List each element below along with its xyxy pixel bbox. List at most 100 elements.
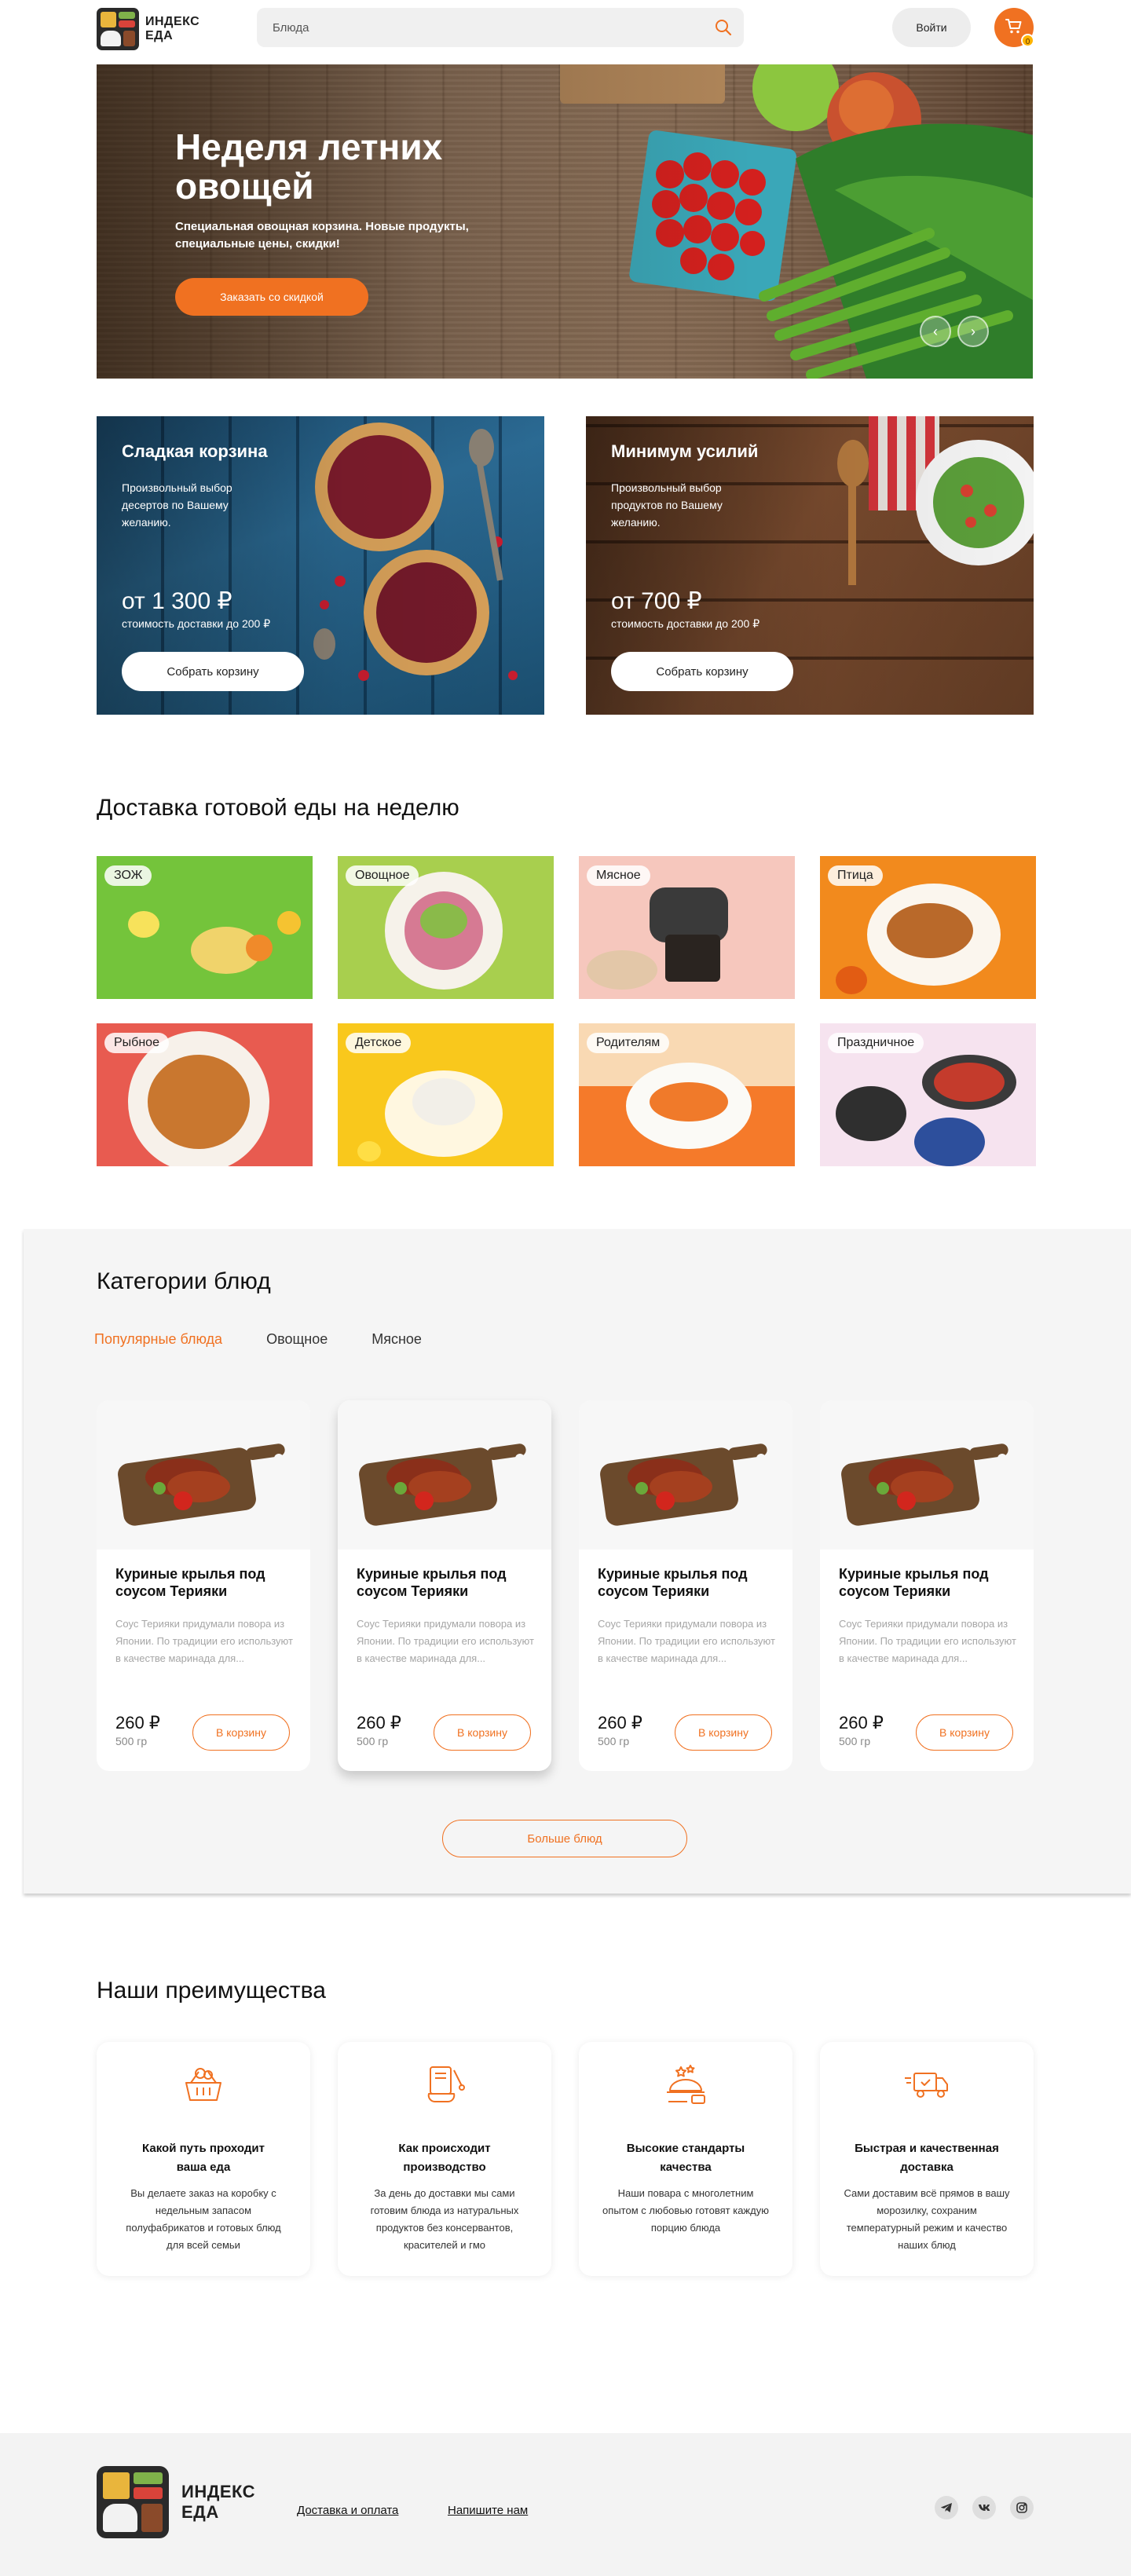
logo-text-line1: ИНДЕКС	[145, 15, 200, 28]
promo-card-minimum: Минимум усилий Произвольный выбор продук…	[586, 416, 1034, 715]
weekly-tile-vegetable[interactable]: Овощное	[338, 856, 554, 999]
footer-link-delivery[interactable]: Доставка и оплата	[297, 2504, 398, 2517]
dish-price: 260 ₽	[357, 1713, 401, 1733]
weekly-tile-label: Детское	[346, 1033, 412, 1053]
weekly-tile-label: ЗОЖ	[104, 865, 152, 886]
tab-popular[interactable]: Популярные блюда	[94, 1331, 222, 1348]
weekly-tile-fish[interactable]: Рыбное	[97, 1023, 313, 1166]
chef-quality-icon	[661, 2059, 711, 2109]
hero-title: Неделя летних овощей	[175, 126, 443, 207]
hero-prev-arrow-icon[interactable]: ‹	[920, 316, 951, 347]
advantage-card: Быстрая и качественная доставка Сами дос…	[820, 2042, 1034, 2276]
site-footer: ИНДЕКС ЕДА Доставка и оплата Напишите на…	[0, 2433, 1131, 2576]
advantage-title: Быстрая и качественная доставка	[855, 2142, 999, 2174]
tab-meat[interactable]: Мясное	[372, 1331, 422, 1348]
weekly-tile-parents[interactable]: Родителям	[579, 1023, 795, 1166]
promo-title: Минимум усилий	[611, 441, 759, 461]
promo-price: от 1 300 ₽	[122, 588, 232, 614]
footer-link-contact[interactable]: Напишите нам	[448, 2504, 528, 2517]
hero-subtitle: Специальная овощная корзина. Новые проду…	[175, 220, 469, 251]
add-to-cart-button[interactable]: В корзину	[192, 1714, 290, 1751]
dish-image	[338, 1400, 551, 1550]
weekly-tile-label: Птица	[828, 865, 883, 886]
dish-description: Соус Терияки придумали повора из Японии.…	[598, 1618, 775, 1664]
advantage-description: Наши повара с многолетним опытом с любов…	[602, 2187, 769, 2234]
dish-weight: 500 гр	[839, 1735, 871, 1747]
advantage-card: Как происходит производство За день до д…	[338, 2042, 551, 2276]
dish-image	[820, 1400, 1034, 1550]
advantage-card: Какой путь проходит ваша еда Вы делаете …	[97, 2042, 310, 2276]
promo-description: Произвольный выбор продуктов по Вашему ж…	[611, 481, 723, 529]
advantages-section-title: Наши преимущества	[97, 1978, 326, 2003]
dish-price: 260 ₽	[115, 1713, 160, 1733]
advantage-description: Сами доставим всё прямов в вашу морозилк…	[844, 2187, 1010, 2251]
footer-logo[interactable]: ИНДЕКС ЕДА	[97, 2466, 255, 2538]
promo-delivery-note: стоимость доставки до 200 ₽	[122, 617, 271, 630]
hero-banner: Неделя летних овощей Специальная овощная…	[97, 64, 1033, 379]
dish-image	[97, 1400, 310, 1550]
login-button[interactable]: Войти	[892, 8, 971, 47]
search-icon[interactable]	[714, 18, 733, 37]
dish-card: Куриные крылья под соусом Терияки Соус Т…	[579, 1400, 792, 1771]
category-tabs: Популярные блюда Овощное Мясное	[94, 1331, 422, 1348]
cart-count-badge: 0	[1021, 34, 1034, 47]
dish-image	[579, 1400, 792, 1550]
hero-order-button[interactable]: Заказать со скидкой	[175, 278, 368, 316]
dish-description: Соус Терияки придумали повора из Японии.…	[839, 1618, 1016, 1664]
advantage-description: За день до доставки мы сами готовим блюд…	[370, 2187, 519, 2251]
hero-next-arrow-icon[interactable]: ›	[957, 316, 989, 347]
basket-icon	[178, 2059, 229, 2109]
promo-build-basket-button[interactable]: Собрать корзину	[122, 652, 304, 691]
dish-description: Соус Терияки придумали повора из Японии.…	[357, 1618, 534, 1664]
dish-name: Куриные крылья под соусом Терияки	[357, 1566, 507, 1599]
weekly-tile-healthy[interactable]: ЗОЖ	[97, 856, 313, 999]
promo-delivery-note: стоимость доставки до 200 ₽	[611, 617, 760, 630]
promo-build-basket-button[interactable]: Собрать корзину	[611, 652, 793, 691]
dish-weight: 500 гр	[357, 1735, 389, 1747]
advantage-card: Высокие стандарты качества Наши повара с…	[579, 2042, 792, 2276]
dish-card: Куриные крылья под соусом Терияки Соус Т…	[97, 1400, 310, 1771]
footer-logo-line2: ЕДА	[181, 2502, 219, 2522]
footer-logo-line1: ИНДЕКС	[181, 2482, 256, 2501]
instagram-icon[interactable]	[1010, 2496, 1034, 2519]
weekly-tile-meat[interactable]: Мясное	[579, 856, 795, 999]
weekly-tile-label: Праздничное	[828, 1033, 924, 1053]
dish-weight: 500 гр	[598, 1735, 630, 1747]
categories-section-title: Категории блюд	[97, 1268, 271, 1294]
promo-title: Сладкая корзина	[122, 441, 268, 461]
add-to-cart-button[interactable]: В корзину	[916, 1714, 1013, 1751]
promo-card-sweet: Сладкая корзина Произвольный выбор десер…	[97, 416, 544, 715]
add-to-cart-button[interactable]: В корзину	[675, 1714, 772, 1751]
weekly-tile-poultry[interactable]: Птица	[820, 856, 1036, 999]
cart-icon	[1005, 16, 1023, 39]
advantage-title: Какой путь проходит ваша еда	[142, 2142, 265, 2174]
dish-card: Куриные крылья под соусом Терияки Соус Т…	[820, 1400, 1034, 1771]
weekly-tile-festive[interactable]: Праздничное	[820, 1023, 1036, 1166]
more-dishes-button[interactable]: Больше блюд	[442, 1820, 687, 1857]
tab-vegetable[interactable]: Овощное	[266, 1331, 328, 1348]
weekly-section-title: Доставка готовой еды на неделю	[97, 795, 459, 821]
add-to-cart-button[interactable]: В корзину	[434, 1714, 531, 1751]
dish-price: 260 ₽	[839, 1713, 884, 1733]
vk-icon[interactable]	[972, 2496, 996, 2519]
dish-card: Куриные крылья под соусом Терияки Соус Т…	[338, 1400, 551, 1771]
dish-name: Куриные крылья под соусом Терияки	[115, 1566, 265, 1599]
dish-description: Соус Терияки придумали повора из Японии.…	[115, 1618, 293, 1664]
cart-button[interactable]: 0	[994, 8, 1034, 47]
dish-name: Куриные крылья под соусом Терияки	[598, 1566, 748, 1599]
site-header: ИНДЕКС ЕДА Войти 0	[0, 0, 1131, 57]
dish-price: 260 ₽	[598, 1713, 642, 1733]
search-bar	[257, 8, 744, 47]
delivery-truck-icon	[902, 2059, 952, 2109]
site-logo[interactable]: ИНДЕКС ЕДА	[97, 8, 199, 50]
telegram-icon[interactable]	[935, 2496, 958, 2519]
categories-section: Категории блюд Популярные блюда Овощное …	[24, 1229, 1131, 1894]
weekly-tile-kids[interactable]: Детское	[338, 1023, 554, 1166]
search-input[interactable]	[257, 8, 697, 47]
dish-name: Куриные крылья под соусом Терияки	[839, 1566, 989, 1599]
advantage-title: Высокие стандарты качества	[626, 2142, 745, 2174]
weekly-tile-label: Рыбное	[104, 1033, 169, 1053]
dish-weight: 500 гр	[115, 1735, 148, 1747]
advantage-description: Вы делаете заказ на коробку с недельным …	[126, 2187, 281, 2251]
promo-price: от 700 ₽	[611, 588, 702, 614]
